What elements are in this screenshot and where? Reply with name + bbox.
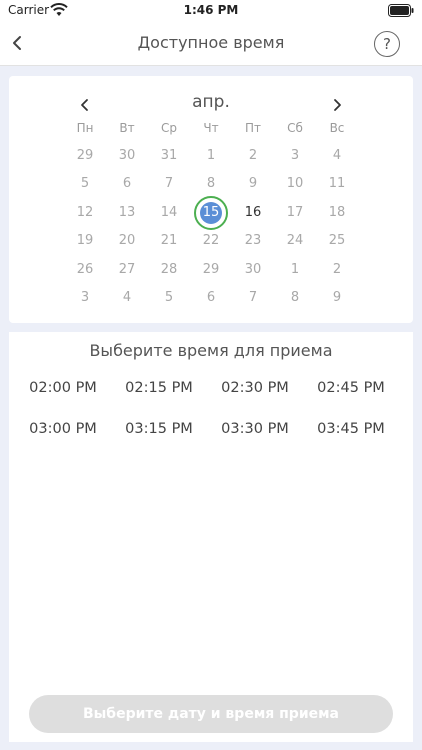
weekday-header: Пн Вт Ср Чт Пт Сб Вс xyxy=(9,121,413,139)
day-number: 23 xyxy=(244,233,262,248)
day-number: 15 xyxy=(202,205,220,220)
time-slot[interactable]: 03:30 PM xyxy=(207,421,303,437)
status-bar: Carrier 1:46 PM xyxy=(0,0,422,22)
day-number: 16 xyxy=(244,205,262,220)
day-number: 29 xyxy=(76,148,94,163)
time-slot[interactable]: 03:15 PM xyxy=(111,421,207,437)
day-number: 20 xyxy=(118,233,136,248)
day-number: 12 xyxy=(76,205,94,220)
day-number: 6 xyxy=(122,176,132,191)
day-number: 2 xyxy=(248,148,258,163)
time-slot[interactable]: 03:00 PM xyxy=(15,421,111,437)
day-number: 8 xyxy=(206,176,216,191)
day-number: 4 xyxy=(122,290,132,305)
time-slot[interactable]: 02:45 PM xyxy=(303,380,399,396)
weekday-label: Вт xyxy=(119,121,135,135)
time-slot[interactable]: 03:45 PM xyxy=(303,421,399,437)
weekday-label: Ср xyxy=(161,121,177,135)
back-button[interactable] xyxy=(6,30,32,56)
day-number: 21 xyxy=(160,233,178,248)
time-slot[interactable]: 02:00 PM xyxy=(15,380,111,396)
time-slot[interactable]: 02:15 PM xyxy=(111,380,207,396)
day-number: 22 xyxy=(202,233,220,248)
calendar-day[interactable]: 7 xyxy=(236,281,270,315)
day-number: 17 xyxy=(286,205,304,220)
calendar-day[interactable]: 5 xyxy=(152,281,186,315)
day-number: 4 xyxy=(332,148,342,163)
weekday-label: Сб xyxy=(287,121,303,135)
day-number: 24 xyxy=(286,233,304,248)
help-button[interactable]: ? xyxy=(374,31,400,57)
day-number: 28 xyxy=(160,262,178,277)
day-number: 18 xyxy=(328,205,346,220)
weekday-label: Пт xyxy=(244,121,261,135)
chevron-right-icon xyxy=(334,99,341,111)
time-slot[interactable]: 02:30 PM xyxy=(207,380,303,396)
calendar-day[interactable]: 3 xyxy=(68,281,102,315)
day-number: 1 xyxy=(290,262,300,277)
day-number: 2 xyxy=(332,262,342,277)
day-number: 7 xyxy=(248,290,258,305)
day-number: 3 xyxy=(80,290,90,305)
day-number: 29 xyxy=(202,262,220,277)
weekday-label: Вс xyxy=(329,121,345,135)
calendar: апр. Пн Вт Ср Чт Пт Сб Вс 29 30 31 1 2 3… xyxy=(9,76,413,323)
day-number: 13 xyxy=(118,205,136,220)
day-number: 6 xyxy=(206,290,216,305)
day-number: 9 xyxy=(248,176,258,191)
day-number: 5 xyxy=(80,176,90,191)
day-number: 19 xyxy=(76,233,94,248)
calendar-day[interactable]: 8 xyxy=(278,281,312,315)
day-number: 14 xyxy=(160,205,178,220)
day-number: 30 xyxy=(244,262,262,277)
day-number: 30 xyxy=(118,148,136,163)
day-number: 27 xyxy=(118,262,136,277)
day-number: 11 xyxy=(328,176,346,191)
calendar-day[interactable]: 9 xyxy=(320,281,354,315)
day-number: 8 xyxy=(290,290,300,305)
day-number: 3 xyxy=(290,148,300,163)
day-number: 31 xyxy=(160,148,178,163)
confirm-appointment-button[interactable]: Выберите дату и время приема xyxy=(29,695,393,733)
page-title: Доступное время xyxy=(137,33,285,52)
next-month-button[interactable] xyxy=(327,95,347,115)
weekday-label: Пн xyxy=(76,121,94,135)
month-label: апр. xyxy=(192,92,230,112)
day-number: 7 xyxy=(164,176,174,191)
nav-bar: Доступное время ? xyxy=(0,22,422,66)
battery-icon xyxy=(388,4,414,17)
day-number: 1 xyxy=(206,148,216,163)
day-number: 9 xyxy=(332,290,342,305)
time-selection-panel: Выберите время для приема 02:00 PM 02:15… xyxy=(9,332,413,742)
status-time: 1:46 PM xyxy=(183,3,239,17)
weekday-label: Чт xyxy=(203,121,219,135)
calendar-day[interactable]: 6 xyxy=(194,281,228,315)
day-number: 10 xyxy=(286,176,304,191)
chevron-left-icon xyxy=(13,36,21,50)
calendar-day[interactable]: 4 xyxy=(110,281,144,315)
day-number: 5 xyxy=(164,290,174,305)
day-number: 25 xyxy=(328,233,346,248)
time-heading: Выберите время для приема xyxy=(89,341,333,360)
day-number: 26 xyxy=(76,262,94,277)
